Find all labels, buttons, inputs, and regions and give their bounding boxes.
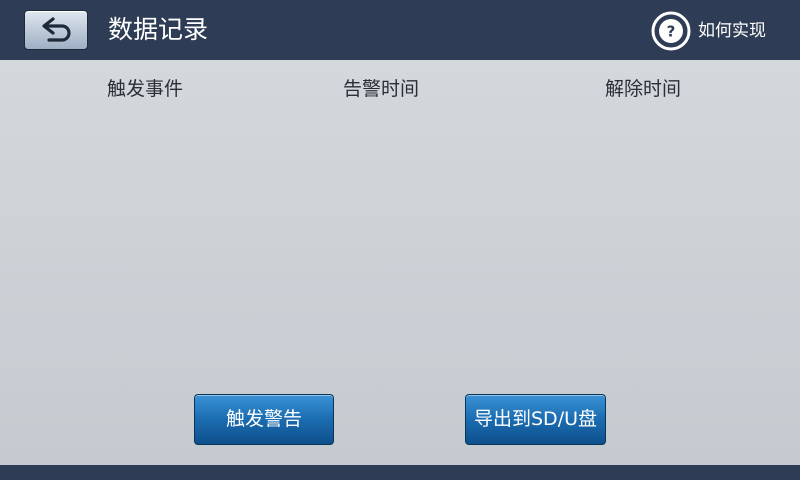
help-question-icon: ? xyxy=(651,11,691,51)
bottom-bar xyxy=(0,465,800,480)
column-header-alarm-time: 告警时间 xyxy=(343,78,420,100)
column-header-trigger-event: 触发事件 xyxy=(107,78,184,100)
help-label: 如何实现 xyxy=(698,21,766,41)
page-title: 数据记录 xyxy=(108,15,209,44)
back-arrow-icon xyxy=(42,17,71,42)
title-bar: 数据记录 ? 如何实现 xyxy=(0,0,800,60)
back-button[interactable] xyxy=(24,10,88,50)
help-symbol: ? xyxy=(667,23,676,41)
column-header-clear-time: 解除时间 xyxy=(605,78,682,100)
trigger-alarm-button[interactable]: 触发警告 xyxy=(194,394,334,445)
data-log-panel: 触发事件 告警时间 解除时间 触发警告 导出到SD/U盘 xyxy=(0,60,800,465)
export-to-sd-button[interactable]: 导出到SD/U盘 xyxy=(465,394,606,445)
